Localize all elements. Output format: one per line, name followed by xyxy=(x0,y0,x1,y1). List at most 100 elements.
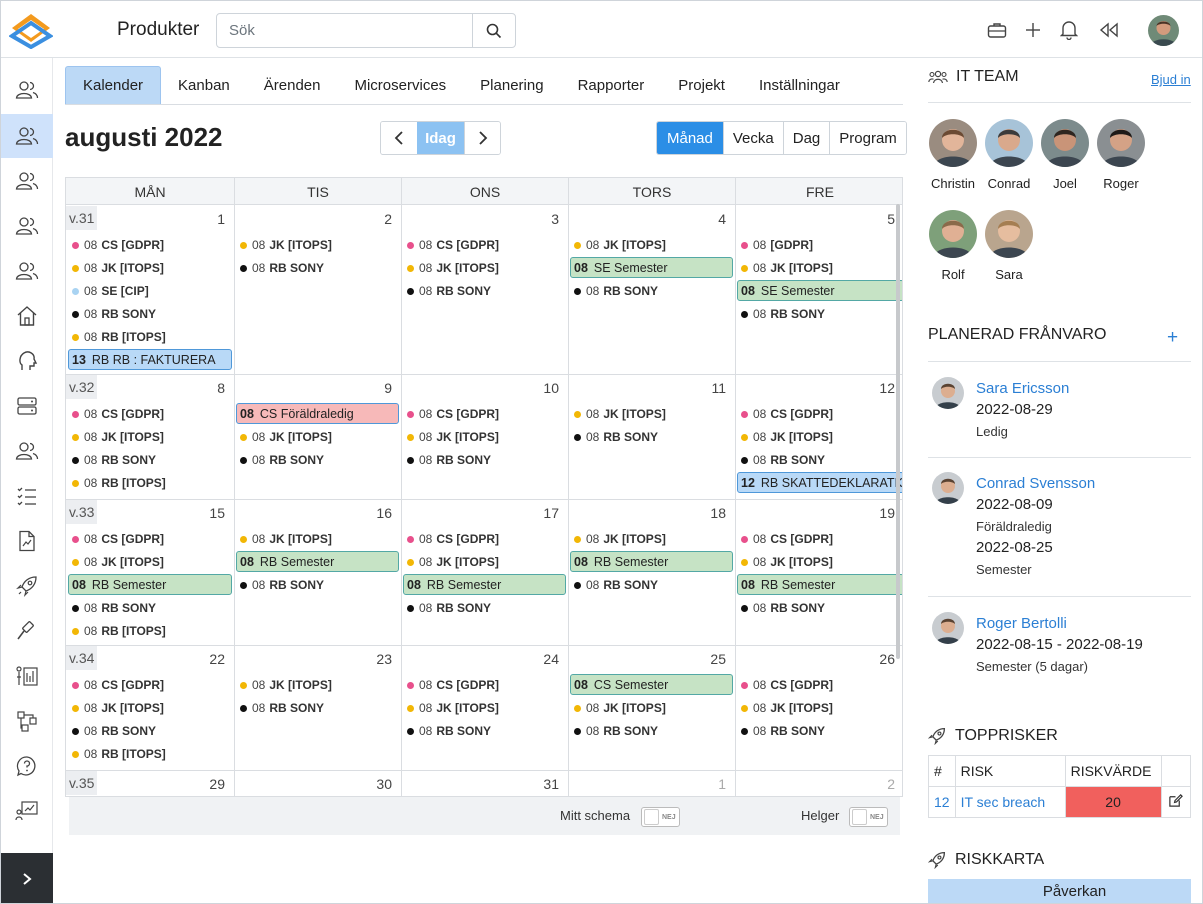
calendar-event[interactable]: 08 CS [GDPR] xyxy=(741,675,900,695)
sidebar-item-network[interactable] xyxy=(1,699,53,743)
calendar-event[interactable]: 08 RB SONY xyxy=(240,450,397,470)
calendar-event[interactable]: 08 JK [ITOPS] xyxy=(240,675,397,695)
sidebar-item-risks[interactable] xyxy=(1,564,53,608)
bell-icon[interactable] xyxy=(1058,19,1080,41)
briefcase-icon[interactable] xyxy=(986,19,1008,41)
tab-planering[interactable]: Planering xyxy=(463,66,560,104)
calendar-event[interactable]: 08 RB SONY xyxy=(407,281,564,301)
calendar-event[interactable]: 08 RB SONY xyxy=(574,427,731,447)
risk-id-link[interactable]: 12 xyxy=(928,786,956,818)
risk-name-link[interactable]: IT sec breach xyxy=(954,786,1066,818)
calendar-event-bar[interactable]: 08 SE Semester xyxy=(737,280,902,301)
day-number[interactable]: 31 xyxy=(529,776,559,792)
my-schedule-toggle[interactable]: NEJ xyxy=(641,807,680,827)
calendar-event[interactable]: 08 JK [ITOPS] xyxy=(407,552,564,572)
team-member[interactable]: Joel xyxy=(1037,119,1093,191)
calendar-event[interactable]: 08 RB SONY xyxy=(72,721,230,741)
calendar-event-bar[interactable]: 08 RB Semester xyxy=(737,574,902,595)
calendar-event[interactable]: 08 RB SONY xyxy=(574,281,731,301)
calendar-event[interactable]: 08 RB SONY xyxy=(240,258,397,278)
day-number[interactable]: 4 xyxy=(696,211,726,227)
calendar-event[interactable]: 08 RB SONY xyxy=(72,304,230,324)
day-number[interactable]: 18 xyxy=(696,505,726,521)
day-number[interactable]: 25 xyxy=(696,651,726,667)
calendar-event[interactable]: 08 RB SONY xyxy=(574,721,731,741)
sidebar-item-users[interactable] xyxy=(1,68,53,112)
view-button-1[interactable]: Månad xyxy=(657,122,723,154)
calendar-event[interactable]: 08 RB SONY xyxy=(240,698,397,718)
sidebar-item-tasks[interactable] xyxy=(1,474,53,518)
tab-ärenden[interactable]: Ärenden xyxy=(247,66,338,104)
calendar-event[interactable]: 08 JK [ITOPS] xyxy=(741,427,900,447)
day-number[interactable]: 2 xyxy=(362,211,392,227)
calendar-event[interactable]: 08 RB SONY xyxy=(741,304,900,324)
day-number[interactable]: 15 xyxy=(195,505,225,521)
team-member[interactable]: Roger xyxy=(1093,119,1149,191)
calendar-event[interactable]: 08 JK [ITOPS] xyxy=(574,529,731,549)
view-button-3[interactable]: Dag xyxy=(782,122,830,154)
absence-person-link[interactable]: Sara Ericsson xyxy=(976,380,1069,397)
tab-rapporter[interactable]: Rapporter xyxy=(561,66,662,104)
calendar-event[interactable]: 08 RB SONY xyxy=(72,598,230,618)
calendar-event[interactable]: 08 [GDPR] xyxy=(741,235,900,255)
calendar-event-bar[interactable]: 08 SE Semester xyxy=(570,257,733,278)
rewind-icon[interactable] xyxy=(1098,19,1120,41)
sidebar-item-groups[interactable] xyxy=(1,159,53,203)
weekends-toggle[interactable]: NEJ xyxy=(849,807,888,827)
day-number[interactable]: 24 xyxy=(529,651,559,667)
calendar-event[interactable]: 08 CS [GDPR] xyxy=(741,529,900,549)
calendar-event[interactable]: 08 RB [ITOPS] xyxy=(72,327,230,347)
calendar-event-bar[interactable]: 08 RB Semester xyxy=(236,551,399,572)
calendar-event[interactable]: 08 JK [ITOPS] xyxy=(574,235,731,255)
calendar-event[interactable]: 08 JK [ITOPS] xyxy=(741,698,900,718)
day-number[interactable]: 12 xyxy=(865,380,895,396)
sidebar-item-servers[interactable] xyxy=(1,384,53,428)
calendar-event[interactable]: 08 JK [ITOPS] xyxy=(240,529,397,549)
day-number[interactable]: 9 xyxy=(362,380,392,396)
day-number[interactable]: 19 xyxy=(865,505,895,521)
tab-kalender[interactable]: Kalender xyxy=(65,66,162,104)
team-member[interactable]: Rolf xyxy=(925,210,981,282)
calendar-event[interactable]: 08 RB SONY xyxy=(741,450,900,470)
day-number[interactable]: 1 xyxy=(696,776,726,792)
day-number[interactable]: 26 xyxy=(865,651,895,667)
day-number[interactable]: 17 xyxy=(529,505,559,521)
team-member[interactable]: Conrad xyxy=(981,119,1037,191)
calendar-event-bar[interactable]: 08 CS Föräldraledig xyxy=(236,403,399,424)
day-number[interactable]: 11 xyxy=(696,380,726,396)
calendar-event[interactable]: 08 CS [GDPR] xyxy=(72,529,230,549)
calendar-event-bar[interactable]: 13 RB RB : FAKTURERA xyxy=(68,349,232,370)
sidebar-item-documents[interactable] xyxy=(1,519,53,563)
today-button[interactable]: Idag xyxy=(417,122,464,154)
day-number[interactable]: 8 xyxy=(195,380,225,396)
invite-link[interactable]: Bjud in xyxy=(1151,72,1191,87)
calendar-event[interactable]: 08 RB [ITOPS] xyxy=(72,473,230,493)
sidebar-item-team[interactable] xyxy=(1,114,53,158)
calendar-event[interactable]: 08 CS [GDPR] xyxy=(407,529,564,549)
calendar-scrollbar[interactable] xyxy=(896,204,900,659)
add-absence-button[interactable]: + xyxy=(1167,327,1178,349)
calendar-event[interactable]: 08 JK [ITOPS] xyxy=(407,427,564,447)
edit-risk-button[interactable] xyxy=(1160,786,1192,818)
next-month-button[interactable] xyxy=(464,122,500,154)
prev-month-button[interactable] xyxy=(381,122,417,154)
tab-kanban[interactable]: Kanban xyxy=(161,66,247,104)
sidebar-item-contacts[interactable] xyxy=(1,204,53,248)
sidebar-item-learning[interactable] xyxy=(1,339,53,383)
calendar-event[interactable]: 08 RB SONY xyxy=(407,450,564,470)
calendar-event[interactable]: 08 RB SONY xyxy=(741,721,900,741)
sidebar-item-reports[interactable] xyxy=(1,654,53,698)
calendar-event[interactable]: 08 JK [ITOPS] xyxy=(240,427,397,447)
calendar-event[interactable]: 08 JK [ITOPS] xyxy=(741,258,900,278)
plus-icon[interactable] xyxy=(1022,19,1044,41)
sidebar-item-analytics[interactable] xyxy=(1,789,53,833)
calendar-event-bar[interactable]: 08 RB Semester xyxy=(570,551,733,572)
calendar-event-bar[interactable]: 12 RB SKATTEDEKLARATION xyxy=(737,472,902,493)
calendar-event[interactable]: 08 RB SONY xyxy=(72,450,230,470)
sidebar-item-support[interactable] xyxy=(1,744,53,788)
calendar-event[interactable]: 08 JK [ITOPS] xyxy=(72,552,230,572)
calendar-event[interactable]: 08 CS [GDPR] xyxy=(72,675,230,695)
absence-person-link[interactable]: Conrad Svensson xyxy=(976,475,1095,492)
calendar-event-bar[interactable]: 08 RB Semester xyxy=(68,574,232,595)
calendar-event[interactable]: 08 RB SONY xyxy=(407,598,564,618)
